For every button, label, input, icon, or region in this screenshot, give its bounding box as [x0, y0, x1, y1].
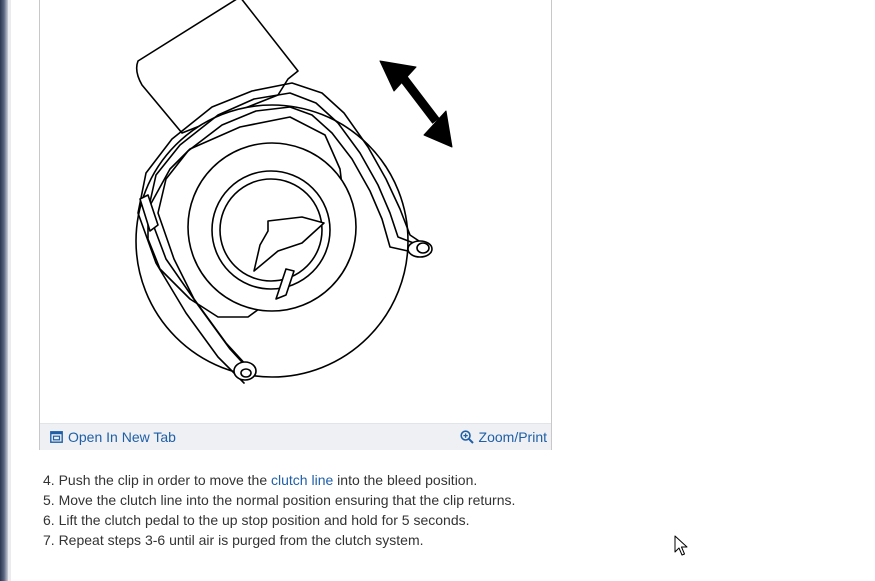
window-left-edge-inner: [8, 0, 11, 581]
figure-card: Open In New Tab Zoom/Print: [39, 0, 552, 450]
step-4-text-start: 4. Push the clip in order to move the: [43, 472, 272, 488]
step-4-text-end: into the bleed position.: [333, 472, 478, 488]
zoom-print-label: Zoom/Print: [478, 429, 547, 445]
procedure-steps: 4. Push the clip in order to move the cl…: [43, 470, 603, 550]
open-in-new-tab-label: Open In New Tab: [68, 429, 176, 445]
open-new-tab-icon: [50, 431, 63, 443]
window-left-edge: [0, 0, 8, 581]
mouse-pointer-icon: [674, 535, 688, 556]
step-7: 7. Repeat steps 3-6 until air is purged …: [43, 532, 424, 548]
zoom-icon: [459, 430, 474, 444]
step-6: 6. Lift the clutch pedal to the up stop …: [43, 512, 470, 528]
clutch-line-link[interactable]: clutch line: [271, 472, 333, 488]
clutch-line-illustration[interactable]: [40, 0, 551, 423]
step-4: 4. Push the clip in order to move the cl…: [43, 470, 603, 490]
clutch-clip-diagram: [135, 0, 453, 384]
step-5: 5. Move the clutch line into the normal …: [43, 492, 516, 508]
figure-toolbar: Open In New Tab Zoom/Print: [40, 423, 551, 450]
zoom-print-link[interactable]: Zoom/Print: [459, 428, 547, 446]
open-in-new-tab-link[interactable]: Open In New Tab: [50, 428, 176, 446]
